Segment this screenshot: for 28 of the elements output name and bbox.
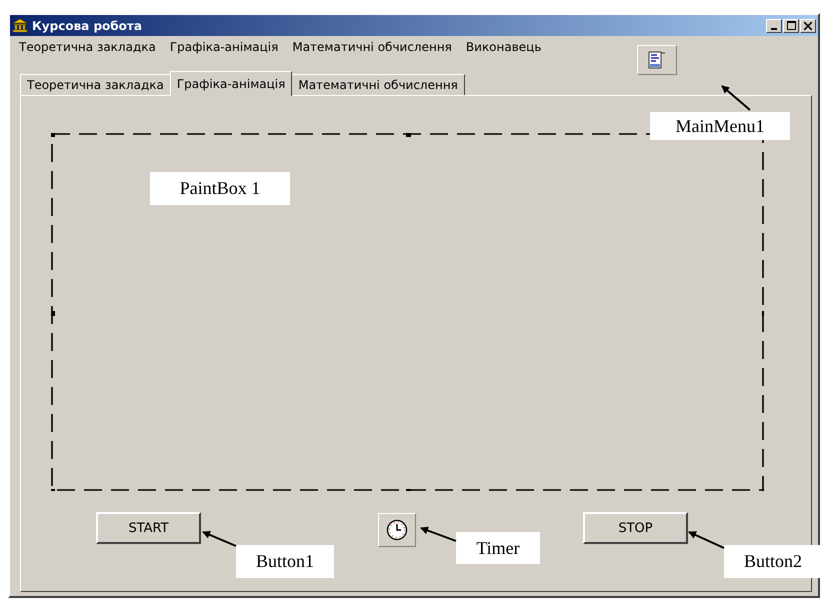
maximize-icon <box>786 21 796 30</box>
callout-arrow <box>721 85 751 111</box>
tab[interactable]: Графіка-анімація <box>170 71 292 96</box>
callout-arrow <box>202 531 236 547</box>
maximize-button[interactable] <box>783 18 799 32</box>
callout-label: PaintBox 1 <box>150 172 290 205</box>
tab[interactable]: Теоретична закладка <box>20 74 171 95</box>
callout-arrow <box>420 526 456 542</box>
tab[interactable]: Математичні обчислення <box>291 74 465 95</box>
callout-label: Button2 <box>724 545 822 578</box>
building-icon <box>12 18 28 33</box>
menu-item[interactable]: Графіка-анімація <box>162 38 286 56</box>
menu-item[interactable]: Математичні обчислення <box>285 38 459 56</box>
start-button[interactable]: START <box>96 512 201 544</box>
callout-label: Button1 <box>236 545 334 578</box>
minimize-icon <box>771 28 777 30</box>
window-title: Курсова робота <box>32 18 143 32</box>
main-menu-component-icon[interactable] <box>637 45 677 75</box>
close-icon <box>804 22 812 30</box>
callout-label: Timer <box>456 532 540 564</box>
callout-label: MainMenu1 <box>650 112 790 140</box>
timer-component-icon[interactable] <box>378 513 416 547</box>
close-button[interactable] <box>800 18 816 32</box>
minimize-button[interactable] <box>766 18 782 32</box>
stop-button[interactable]: STOP <box>583 512 688 544</box>
menu-item[interactable]: Виконавець <box>458 38 548 56</box>
callout-arrow <box>688 531 724 549</box>
menu-item[interactable]: Теоретична закладка <box>12 38 163 56</box>
